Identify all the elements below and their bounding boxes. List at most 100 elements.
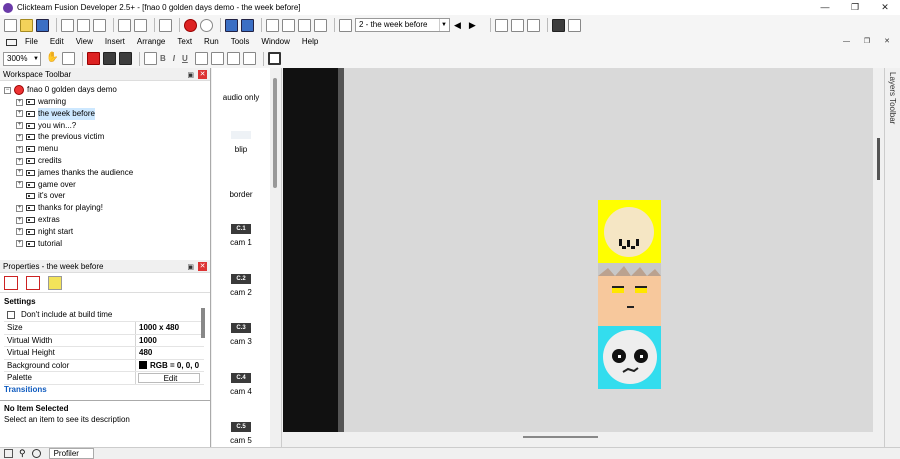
align-left-icon[interactable] bbox=[194, 52, 208, 65]
stop-icon[interactable] bbox=[184, 18, 197, 32]
menu-text[interactable]: Text bbox=[171, 35, 198, 49]
sort-objects-icon[interactable] bbox=[339, 18, 352, 32]
property-value[interactable]: 480 bbox=[136, 347, 204, 359]
menu-help[interactable]: Help bbox=[296, 35, 324, 49]
color-swatch[interactable] bbox=[139, 360, 147, 369]
save-icon[interactable] bbox=[36, 18, 49, 32]
color-icon[interactable] bbox=[87, 52, 100, 65]
chevron-down-icon[interactable]: ▼ bbox=[33, 53, 39, 65]
editor-horizontal-scrollbar[interactable] bbox=[283, 432, 873, 442]
expand-icon[interactable]: + bbox=[16, 98, 23, 106]
stop-preview-icon[interactable] bbox=[551, 18, 565, 32]
event-list-icon[interactable] bbox=[282, 18, 295, 32]
align-right-icon[interactable] bbox=[226, 52, 240, 65]
menu-insert[interactable]: Insert bbox=[99, 35, 131, 49]
object-list-item[interactable]: C.2 cam 2 bbox=[212, 274, 270, 297]
tree-frame-item[interactable]: + the week before bbox=[16, 107, 95, 120]
film-strip-icon[interactable] bbox=[567, 18, 581, 32]
chevron-down-icon[interactable]: ▼ bbox=[439, 19, 448, 31]
frame-editor-icon[interactable] bbox=[241, 18, 254, 32]
object-list-item[interactable]: C.1 cam 1 bbox=[212, 224, 270, 247]
border-icon[interactable] bbox=[119, 52, 132, 65]
storyboard-editor-icon[interactable] bbox=[225, 18, 238, 32]
object-list-scrollbar[interactable] bbox=[270, 68, 281, 447]
tree-frame-item[interactable]: + menu bbox=[16, 143, 58, 155]
settings-tab-icon[interactable] bbox=[4, 275, 18, 290]
expand-icon[interactable]: + bbox=[16, 216, 23, 224]
close-window-button[interactable]: ✕ bbox=[870, 0, 900, 15]
tree-frame-item[interactable]: + you win...? bbox=[16, 120, 76, 132]
expand-icon[interactable]: + bbox=[16, 145, 23, 153]
menu-run[interactable]: Run bbox=[198, 35, 225, 49]
property-row[interactable]: Virtual Width 1000 bbox=[4, 334, 204, 347]
runtime-tab-icon[interactable] bbox=[26, 275, 40, 290]
close-icon[interactable]: ✕ bbox=[198, 262, 207, 271]
next-frame-icon[interactable]: ▶ bbox=[469, 20, 476, 31]
tree-frame-item[interactable]: + warning bbox=[16, 96, 66, 108]
expand-icon[interactable]: + bbox=[16, 228, 23, 236]
expand-icon[interactable]: + bbox=[16, 181, 23, 189]
center-view-icon[interactable] bbox=[62, 52, 75, 65]
frame-editor[interactable] bbox=[283, 68, 884, 439]
run-icon[interactable] bbox=[200, 18, 213, 32]
image-editor-icon[interactable] bbox=[314, 18, 327, 32]
event-editor-icon[interactable] bbox=[266, 18, 279, 32]
expand-icon[interactable]: + bbox=[16, 240, 23, 248]
properties-scrollbar[interactable] bbox=[201, 308, 205, 338]
tree-frame-item[interactable]: + the previous victim bbox=[16, 131, 104, 143]
menu-window[interactable]: Window bbox=[255, 35, 295, 49]
yellow-face-object[interactable] bbox=[598, 200, 661, 263]
cyan-face-object[interactable] bbox=[598, 326, 661, 389]
document-menu-icon[interactable] bbox=[6, 38, 17, 46]
tree-frame-item[interactable]: + extras bbox=[16, 214, 60, 226]
tree-frame-item[interactable]: + game over bbox=[16, 179, 76, 191]
copy-icon[interactable] bbox=[77, 18, 90, 32]
property-value[interactable]: 1000 x 480 bbox=[136, 322, 204, 334]
pin-icon[interactable]: ▣ bbox=[187, 261, 194, 274]
property-row[interactable]: Size 1000 x 480 bbox=[4, 322, 204, 335]
property-row[interactable]: Background color RGB = 0, 0, 0 bbox=[4, 359, 204, 372]
tree-frame-item[interactable]: it's over bbox=[16, 190, 65, 202]
tree-frame-item[interactable]: + tutorial bbox=[16, 238, 62, 250]
object-list-item[interactable]: audio only bbox=[212, 93, 270, 102]
paste-icon[interactable] bbox=[93, 18, 106, 32]
property-row[interactable]: Virtual Height 480 bbox=[4, 347, 204, 360]
scroll-thumb[interactable] bbox=[877, 138, 880, 180]
collapse-icon[interactable]: − bbox=[4, 86, 11, 94]
clock-icon[interactable] bbox=[31, 449, 41, 458]
new-file-icon[interactable] bbox=[4, 18, 17, 32]
undo-icon[interactable] bbox=[118, 18, 131, 32]
menu-view[interactable]: View bbox=[70, 35, 99, 49]
tree-frame-item[interactable]: + credits bbox=[16, 155, 62, 167]
grid-icon[interactable] bbox=[494, 18, 508, 32]
tree-frame-item[interactable]: + thanks for playing! bbox=[16, 202, 103, 214]
tree-frame-item[interactable]: + james thanks the audience bbox=[16, 167, 133, 179]
previous-frame-icon[interactable]: ◀ bbox=[454, 20, 461, 31]
fit-frame-icon[interactable] bbox=[267, 52, 281, 65]
expand-icon[interactable]: + bbox=[16, 169, 23, 177]
object-list-item[interactable]: C.3 cam 3 bbox=[212, 323, 270, 346]
help-icon[interactable] bbox=[159, 18, 172, 32]
expand-icon[interactable]: + bbox=[16, 122, 23, 130]
minimize-button[interactable]: — bbox=[810, 0, 840, 15]
about-tab-icon[interactable] bbox=[48, 275, 62, 290]
cut-icon[interactable] bbox=[61, 18, 74, 32]
object-list-item[interactable]: blip bbox=[212, 131, 270, 154]
hand-icon[interactable]: ✋ bbox=[46, 52, 59, 65]
palette-edit-button[interactable]: Edit bbox=[138, 373, 200, 383]
object-list-item[interactable]: C.5 cam 5 bbox=[212, 422, 270, 445]
object-list-item[interactable]: C.4 cam 4 bbox=[212, 373, 270, 396]
scroll-thumb[interactable] bbox=[273, 78, 277, 188]
expand-icon[interactable]: + bbox=[16, 110, 23, 118]
editor-vertical-scrollbar[interactable] bbox=[873, 68, 884, 439]
open-folder-icon[interactable] bbox=[20, 18, 33, 32]
expand-icon[interactable]: + bbox=[16, 133, 23, 141]
fill-icon[interactable] bbox=[103, 52, 116, 65]
bold-button[interactable]: B bbox=[160, 54, 166, 63]
text-color-icon[interactable] bbox=[242, 52, 256, 65]
scroll-thumb[interactable] bbox=[523, 436, 598, 438]
zoom-select[interactable]: 300% ▼ bbox=[3, 51, 41, 66]
maximize-button[interactable]: ❐ bbox=[840, 0, 870, 15]
align-center-icon[interactable] bbox=[210, 52, 224, 65]
redo-icon[interactable] bbox=[134, 18, 147, 32]
